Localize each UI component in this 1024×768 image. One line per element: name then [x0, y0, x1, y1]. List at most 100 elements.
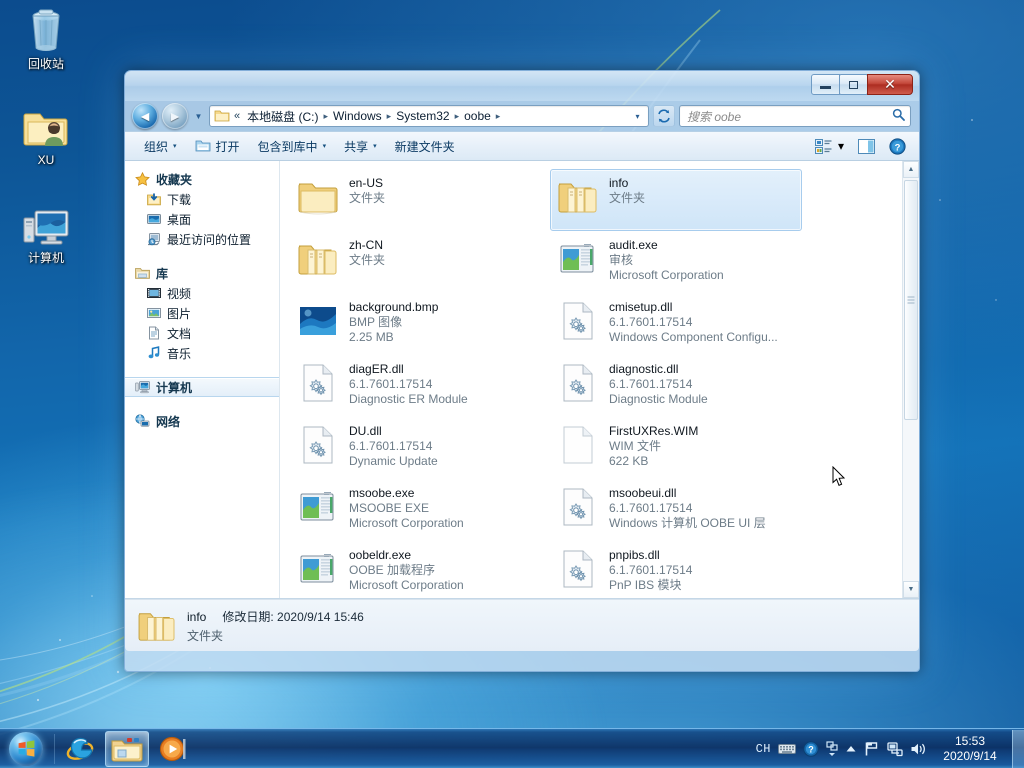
- search-box[interactable]: 搜索 oobe: [679, 105, 911, 127]
- recent-pages-button[interactable]: ▼: [192, 103, 205, 129]
- volume-icon[interactable]: [910, 741, 927, 757]
- keyboard-icon[interactable]: [778, 743, 796, 755]
- file-line2: 审核: [609, 253, 724, 268]
- file-meta: diagnostic.dll 6.1.7601.17514 Diagnostic…: [609, 360, 708, 407]
- nav-spacer: [125, 249, 279, 263]
- forward-button[interactable]: ►: [162, 103, 188, 129]
- clock[interactable]: 15:53 2020/9/14: [934, 734, 1006, 764]
- nav-group-favorites[interactable]: 收藏夹: [125, 169, 279, 189]
- network-tray-icon[interactable]: [887, 741, 903, 757]
- back-button[interactable]: ◄: [132, 103, 158, 129]
- search-input[interactable]: 搜索 oobe: [687, 108, 890, 125]
- file-item[interactable]: msoobe.exe MSOOBE EXE Microsoft Corporat…: [290, 479, 542, 541]
- file-line2: 6.1.7601.17514: [609, 501, 766, 516]
- address-bar[interactable]: « 本地磁盘 (C:) ▸ Windows ▸ System32 ▸ oobe …: [209, 105, 649, 127]
- include-in-library-button[interactable]: 包含到库中 ▾: [249, 133, 336, 160]
- desktop-icon-recycle-bin[interactable]: 回收站: [6, 6, 86, 71]
- nav-item-network[interactable]: 网络: [125, 411, 279, 431]
- file-item[interactable]: zh-CN 文件夹: [290, 231, 542, 293]
- desktop-icon: [147, 212, 161, 226]
- nav-item-videos[interactable]: 视频: [125, 283, 279, 303]
- minimize-button[interactable]: [811, 74, 840, 95]
- chevron-right-icon[interactable]: ▸: [495, 111, 502, 122]
- nav-item-computer[interactable]: 计算机: [125, 377, 279, 397]
- file-line2: MSOOBE EXE: [349, 501, 464, 516]
- file-item[interactable]: DU.dll 6.1.7601.17514 Dynamic Update: [290, 417, 542, 479]
- navigation-pane[interactable]: 收藏夹 下载 桌面: [125, 161, 280, 598]
- nav-item-downloads[interactable]: 下载: [125, 189, 279, 209]
- scroll-up-button[interactable]: ▲: [903, 161, 919, 178]
- file-line2: WIM 文件: [609, 439, 698, 454]
- breadcrumb-overflow[interactable]: «: [232, 110, 243, 122]
- new-folder-button[interactable]: 新建文件夹: [386, 133, 464, 160]
- file-item[interactable]: diagnostic.dll 6.1.7601.17514 Diagnostic…: [550, 355, 802, 417]
- file-item-selected[interactable]: info 文件夹: [550, 169, 802, 231]
- file-line2: 6.1.7601.17514: [349, 439, 438, 454]
- show-desktop-button[interactable]: [1012, 730, 1024, 768]
- open-button[interactable]: 打开: [186, 133, 249, 160]
- nav-item-pictures[interactable]: 图片: [125, 303, 279, 323]
- window-title-bar[interactable]: ✕: [125, 71, 919, 101]
- maximize-button[interactable]: [839, 74, 868, 95]
- scrollbar-thumb[interactable]: [904, 180, 918, 420]
- address-dropdown-button[interactable]: ▾: [629, 112, 646, 121]
- include-in-library-label: 包含到库中: [258, 138, 318, 155]
- file-item[interactable]: oobeldr.exe OOBE 加载程序 Microsoft Corporat…: [290, 541, 542, 598]
- scroll-down-button[interactable]: ▼: [903, 581, 919, 598]
- file-item[interactable]: background.bmp BMP 图像 2.25 MB: [290, 293, 542, 355]
- taskbar-item-media-player[interactable]: [151, 731, 195, 767]
- breadcrumb-item-windows[interactable]: Windows: [329, 108, 386, 124]
- nav-group-libraries[interactable]: 库: [125, 263, 279, 283]
- file-meta: FirstUXRes.WIM WIM 文件 622 KB: [609, 422, 698, 469]
- file-item[interactable]: cmisetup.dll 6.1.7601.17514 Windows Comp…: [550, 293, 802, 355]
- refresh-button[interactable]: [653, 105, 675, 127]
- videos-icon: [147, 286, 161, 300]
- downloads-icon: [147, 192, 161, 206]
- taskbar[interactable]: CH ?: [0, 728, 1024, 768]
- show-hidden-icons-icon[interactable]: [826, 741, 838, 757]
- nav-item-desktop[interactable]: 桌面: [125, 209, 279, 229]
- media-player-icon: [159, 735, 187, 763]
- vertical-scrollbar[interactable]: ▲ ▼: [902, 161, 919, 598]
- close-button[interactable]: ✕: [867, 74, 913, 95]
- file-list-pane[interactable]: en-US 文件夹: [280, 161, 919, 598]
- file-meta: diagER.dll 6.1.7601.17514 Diagnostic ER …: [349, 360, 468, 407]
- change-view-button[interactable]: ▾: [808, 135, 851, 158]
- help-button[interactable]: ?: [882, 134, 913, 159]
- explorer-window[interactable]: ✕ ◄ ► ▼ « 本地磁盘 (C:) ▸ Windows ▸ System32…: [124, 70, 920, 672]
- nav-item-music[interactable]: 音乐: [125, 343, 279, 363]
- file-meta: pnpibs.dll 6.1.7601.17514 PnP IBS 模块: [609, 546, 692, 593]
- preview-pane-button[interactable]: [851, 135, 882, 158]
- nav-item-documents[interactable]: 文档: [125, 323, 279, 343]
- file-line3: Windows 计算机 OOBE UI 层: [609, 516, 766, 531]
- star-icon: [135, 172, 150, 186]
- file-item[interactable]: msoobeui.dll 6.1.7601.17514 Windows 计算机 …: [550, 479, 802, 541]
- breadcrumb-item-system32[interactable]: System32: [392, 108, 453, 124]
- taskbar-item-internet-explorer[interactable]: [59, 731, 103, 767]
- recycle-bin-icon: [6, 6, 86, 54]
- file-meta: oobeldr.exe OOBE 加载程序 Microsoft Corporat…: [349, 546, 464, 593]
- file-item[interactable]: audit.exe 审核 Microsoft Corporation: [550, 231, 802, 293]
- ime-indicator[interactable]: CH: [756, 742, 771, 756]
- breadcrumb-item-drive[interactable]: 本地磁盘 (C:): [243, 107, 322, 126]
- file-line3: Microsoft Corporation: [349, 516, 464, 531]
- help-circle-icon[interactable]: ?: [803, 741, 819, 757]
- file-item[interactable]: diagER.dll 6.1.7601.17514 Diagnostic ER …: [290, 355, 542, 417]
- file-item[interactable]: FirstUXRes.WIM WIM 文件 622 KB: [550, 417, 802, 479]
- start-button[interactable]: [1, 730, 51, 768]
- breadcrumb-item-oobe[interactable]: oobe: [460, 108, 495, 124]
- tray-expand-arrow-icon[interactable]: [845, 744, 857, 754]
- desktop-icon-computer[interactable]: 计算机: [6, 200, 86, 265]
- nav-item-recent-places[interactable]: 最近访问的位置: [125, 229, 279, 249]
- desktop-icon-user-folder[interactable]: XU: [6, 102, 86, 167]
- file-item[interactable]: en-US 文件夹: [290, 169, 542, 231]
- action-center-icon[interactable]: [864, 741, 880, 757]
- taskbar-item-windows-explorer[interactable]: [105, 731, 149, 767]
- organize-button[interactable]: 组织 ▾: [135, 133, 186, 160]
- maximize-icon: [849, 81, 858, 89]
- dll-icon: [297, 360, 339, 406]
- file-item[interactable]: pnpibs.dll 6.1.7601.17514 PnP IBS 模块: [550, 541, 802, 598]
- share-button[interactable]: 共享 ▾: [335, 133, 386, 160]
- chevron-down-icon: ▾: [373, 142, 377, 150]
- details-modified-label: 修改日期:: [222, 610, 273, 624]
